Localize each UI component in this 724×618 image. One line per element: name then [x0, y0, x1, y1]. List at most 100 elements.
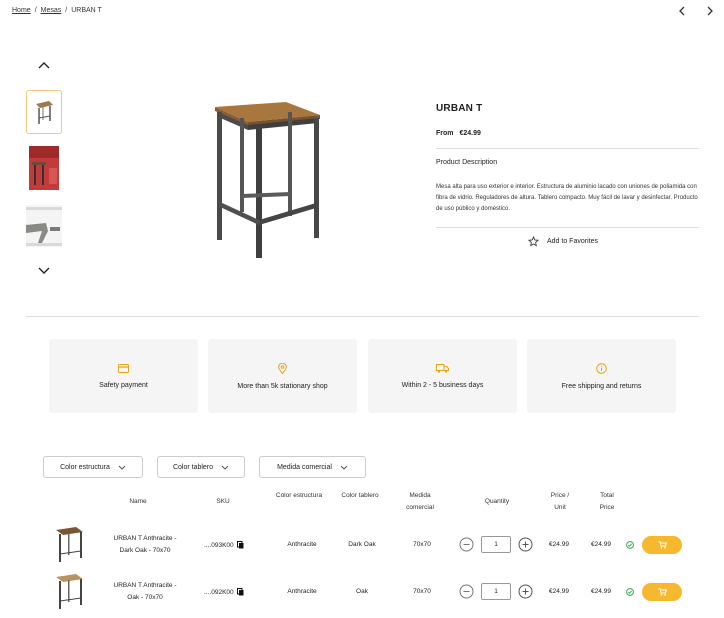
add-to-cart-button[interactable]	[642, 583, 682, 601]
chevron-down-icon	[340, 465, 348, 470]
column-header-color-tablero: Color tablero	[341, 492, 379, 499]
chevron-right-icon	[707, 6, 713, 16]
column-header-line: comercial	[406, 504, 434, 511]
sku-value: ....092K00	[204, 588, 234, 596]
chevron-up-icon	[38, 62, 50, 69]
row-name: URBAN T Anthracite - Dark Oak - 70x70	[102, 533, 188, 557]
copy-icon[interactable]	[236, 541, 244, 549]
column-header-total-price: Total Price	[589, 490, 625, 514]
filter-label: Medida comercial	[277, 463, 332, 471]
map-pin-icon	[278, 362, 287, 374]
chevron-down-icon	[221, 465, 229, 470]
table-thumbnail-image	[36, 101, 53, 124]
row-product-image	[52, 571, 86, 611]
feature-label: Within 2 - 5 business days	[401, 381, 484, 389]
row-name-line: Dark Oak - 70x70	[119, 547, 171, 554]
filter-label: Color tablero	[172, 463, 214, 471]
dark-oak-table-image	[56, 527, 83, 562]
quantity-stepper: 1	[459, 583, 533, 600]
product-title: URBAN T	[436, 103, 483, 114]
row-color-tablero: Dark Oak	[348, 541, 376, 548]
row-color-estructura: Anthracite	[287, 588, 317, 595]
availability-check	[626, 588, 634, 598]
bar-table-image	[215, 102, 320, 258]
column-header-line: Unit	[554, 504, 566, 511]
breadcrumb-current: URBAN T	[71, 7, 102, 14]
price-line: From €24.99	[436, 130, 481, 137]
minus-icon	[459, 537, 474, 552]
add-to-favorites-button[interactable]: Add to Favorites	[528, 236, 598, 247]
row-sku: ....092K00	[204, 588, 244, 596]
increase-quantity-button[interactable]	[518, 584, 533, 599]
cart-icon	[658, 588, 667, 596]
plus-icon	[518, 584, 533, 599]
cart-icon	[658, 541, 667, 549]
availability-check	[626, 541, 634, 551]
quantity-input[interactable]: 1	[481, 536, 511, 553]
info-icon	[596, 362, 607, 374]
chevron-left-icon	[679, 6, 685, 16]
filter-label: Color estructura	[60, 463, 110, 471]
quantity-input[interactable]: 1	[481, 583, 511, 600]
row-color-tablero: Oak	[356, 588, 368, 595]
section-divider	[26, 316, 699, 317]
column-header-color-estructura: Color estructura	[275, 492, 323, 499]
description-text: Mesa alta para uso exterior e interior. …	[436, 184, 698, 212]
add-to-favorites-label: Add to Favorites	[547, 238, 598, 245]
copy-icon[interactable]	[236, 588, 244, 596]
star-icon	[528, 236, 539, 247]
divider	[436, 148, 699, 149]
filter-color-estructura[interactable]: Color estructura	[43, 456, 143, 478]
thumbnail-3[interactable]	[26, 204, 62, 248]
row-product-image	[52, 524, 86, 564]
main-product-image	[190, 90, 350, 270]
decrease-quantity-button[interactable]	[459, 537, 474, 552]
column-header-line: Medida	[409, 492, 431, 499]
row-total-price: €24.99	[591, 588, 611, 595]
column-header-line: Price /	[550, 492, 570, 499]
thumbnails-up-button[interactable]	[36, 58, 52, 72]
column-header-price-unit: Price / Unit	[540, 490, 580, 514]
add-to-cart-button[interactable]	[642, 536, 682, 554]
row-medida: 70x70	[413, 588, 431, 595]
minus-icon	[459, 584, 474, 599]
next-product-button[interactable]	[703, 4, 717, 18]
row-name-line: URBAN T Anthracite -	[113, 582, 177, 589]
row-unit-price: €24.99	[549, 541, 569, 548]
quantity-stepper: 1	[459, 536, 533, 553]
column-header-sku: SKU	[216, 498, 230, 505]
row-name-line: URBAN T Anthracite -	[113, 535, 177, 542]
thumbnails-down-button[interactable]	[36, 264, 52, 278]
feature-card-payment: Safety payment	[49, 339, 198, 413]
credit-card-icon	[118, 363, 129, 373]
row-medida: 70x70	[413, 541, 431, 548]
feature-card-delivery: Within 2 - 5 business days	[368, 339, 517, 413]
lifestyle-thumbnail-image	[29, 146, 59, 190]
thumbnail-2[interactable]	[26, 146, 62, 190]
previous-product-button[interactable]	[675, 4, 689, 18]
row-total-price: €24.99	[591, 541, 611, 548]
column-header-line: Price	[599, 504, 615, 511]
column-header-line: Total	[600, 492, 614, 499]
price-value: €24.99	[459, 130, 481, 137]
filter-medida-comercial[interactable]: Medida comercial	[259, 456, 366, 478]
feature-label: Free shipping and returns	[561, 382, 642, 390]
feature-label: Safety payment	[99, 381, 148, 389]
feature-label: More than 5k stationary shop	[237, 382, 328, 390]
divider	[436, 227, 699, 228]
oak-table-image	[56, 574, 83, 609]
thumbnail-1[interactable]	[26, 90, 62, 134]
sku-value: ....093K00	[204, 541, 234, 549]
chevron-down-icon	[118, 465, 126, 470]
breadcrumb-home-link[interactable]: Home	[12, 7, 31, 14]
column-header-name: Name	[129, 498, 147, 505]
column-header-quantity: Quantity	[484, 498, 510, 505]
breadcrumb-category-link[interactable]: Mesas	[41, 7, 62, 14]
breadcrumb-separator: /	[34, 7, 37, 14]
increase-quantity-button[interactable]	[518, 537, 533, 552]
filter-color-tablero[interactable]: Color tablero	[157, 456, 245, 478]
check-circle-icon	[626, 588, 634, 596]
feature-card-shops: More than 5k stationary shop	[208, 339, 357, 413]
decrease-quantity-button[interactable]	[459, 584, 474, 599]
description-title: Product Description	[436, 159, 498, 166]
